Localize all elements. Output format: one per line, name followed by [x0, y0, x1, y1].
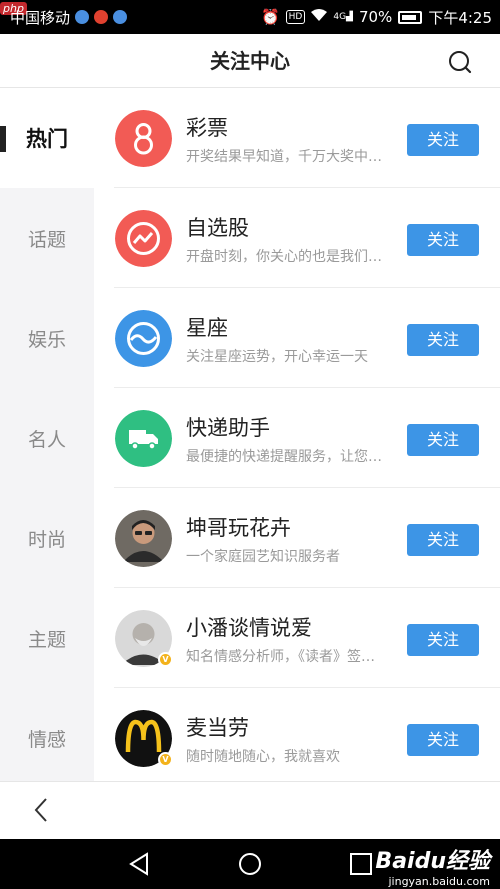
nav-home-icon[interactable] [238, 852, 262, 876]
account-name: 自选股 [186, 216, 249, 240]
hd-icon: HD [285, 10, 306, 24]
horoscope-icon [115, 310, 172, 367]
status-bar: php 中国移动 ⏰ HD 4G▟ 70% 下午4:25 [0, 0, 500, 34]
user-avatar-photo [115, 510, 172, 567]
battery-icon [398, 10, 423, 24]
watermark-brand: Baidu经验 [375, 849, 490, 874]
follow-button[interactable]: 关注 [407, 224, 479, 256]
account-description: 关注星座运势，开心幸运一天 [186, 349, 368, 365]
wifi-icon [311, 8, 328, 26]
verified-badge-icon: V [158, 752, 173, 767]
sidebar-item-label: 时尚 [27, 528, 66, 551]
sidebar-item-hot[interactable]: 热门 [0, 88, 94, 188]
follow-button[interactable]: 关注 [407, 124, 479, 156]
account-description: 一个家庭园艺知识服务者 [186, 549, 340, 565]
list-item[interactable]: 星座 关注星座运势，开心幸运一天 关注 [94, 288, 500, 388]
sidebar-item-label: 热门 [26, 127, 68, 151]
account-description: 最便捷的快递提醒服务，让您… [186, 449, 382, 465]
list-item[interactable]: V 麦当劳 随时随地随心，我就喜欢 关注 [94, 688, 500, 781]
sidebar-item-emotions[interactable]: 情感 [0, 688, 94, 788]
follow-button[interactable]: 关注 [407, 724, 479, 756]
account-description: 开奖结果早知道，千万大奖中… [186, 149, 382, 165]
sidebar-item-themes[interactable]: 主题 [0, 588, 94, 688]
signal-type: 4G [333, 12, 347, 22]
battery-level: 70% [358, 8, 393, 26]
carrier-label: 中国移动 [10, 8, 71, 27]
lottery-icon [115, 110, 172, 167]
alarm-icon: ⏰ [260, 8, 280, 26]
stock-chart-icon [115, 210, 172, 267]
bottom-bar [0, 781, 500, 839]
clock: 下午4:25 [428, 8, 492, 27]
notification-icon [75, 10, 90, 24]
back-arrow-icon[interactable] [30, 796, 54, 824]
account-description: 随时随地随心，我就喜欢 [186, 749, 340, 765]
list-item[interactable]: 坤哥玩花卉 一个家庭园艺知识服务者 关注 [94, 488, 500, 588]
verified-badge-icon: V [158, 652, 173, 667]
page-title: 关注中心 [210, 49, 290, 73]
watermark-url: jingyan.baidu.com [388, 875, 490, 888]
search-icon[interactable] [448, 50, 472, 74]
baidu-jingyan-watermark: Baidu经验 jingyan.baidu.com [375, 843, 490, 888]
sidebar-item-label: 名人 [27, 428, 66, 451]
notification-icon [113, 10, 128, 24]
list-item[interactable]: V 小潘谈情说爱 知名情感分析师，《读者》签… 关注 [94, 588, 500, 688]
account-name: 快递助手 [186, 416, 270, 440]
follow-button[interactable]: 关注 [407, 624, 479, 656]
nav-recents-icon[interactable] [349, 852, 373, 876]
category-sidebar: 热门 话题 娱乐 名人 时尚 主题 情感 [0, 88, 94, 781]
follow-button[interactable]: 关注 [407, 524, 479, 556]
account-name: 麦当劳 [186, 716, 249, 740]
account-name: 小潘谈情说爱 [186, 616, 312, 640]
signal-icon: 4G▟ [333, 12, 353, 22]
list-item[interactable]: 快递助手 最便捷的快递提醒服务，让您… 关注 [94, 388, 500, 488]
header: 关注中心 [0, 34, 500, 88]
nav-back-icon[interactable] [127, 852, 151, 876]
sidebar-item-fashion[interactable]: 时尚 [0, 488, 94, 588]
sidebar-item-topics[interactable]: 话题 [0, 188, 94, 288]
sidebar-item-label: 主题 [27, 628, 66, 651]
account-name: 彩票 [186, 116, 228, 140]
account-name: 星座 [186, 316, 228, 340]
account-list: 彩票 开奖结果早知道，千万大奖中… 关注 自选股 开盘时刻，你关心的也是我们… … [94, 88, 500, 781]
sidebar-item-label: 情感 [27, 728, 66, 751]
follow-button[interactable]: 关注 [407, 424, 479, 456]
list-item[interactable]: 彩票 开奖结果早知道，千万大奖中… 关注 [94, 88, 500, 188]
sidebar-item-label: 娱乐 [27, 328, 66, 351]
account-name: 坤哥玩花卉 [186, 516, 291, 540]
sidebar-item-celebrities[interactable]: 名人 [0, 388, 94, 488]
follow-button[interactable]: 关注 [407, 324, 479, 356]
account-description: 开盘时刻，你关心的也是我们… [186, 249, 382, 265]
delivery-truck-icon [115, 410, 172, 467]
system-navigation-bar: Baidu经验 jingyan.baidu.com [0, 839, 500, 889]
weibo-icon [94, 10, 109, 24]
sidebar-item-entertainment[interactable]: 娱乐 [0, 288, 94, 388]
account-description: 知名情感分析师，《读者》签… [186, 649, 375, 665]
sidebar-item-label: 话题 [27, 228, 66, 251]
list-item[interactable]: 自选股 开盘时刻，你关心的也是我们… 关注 [94, 188, 500, 288]
